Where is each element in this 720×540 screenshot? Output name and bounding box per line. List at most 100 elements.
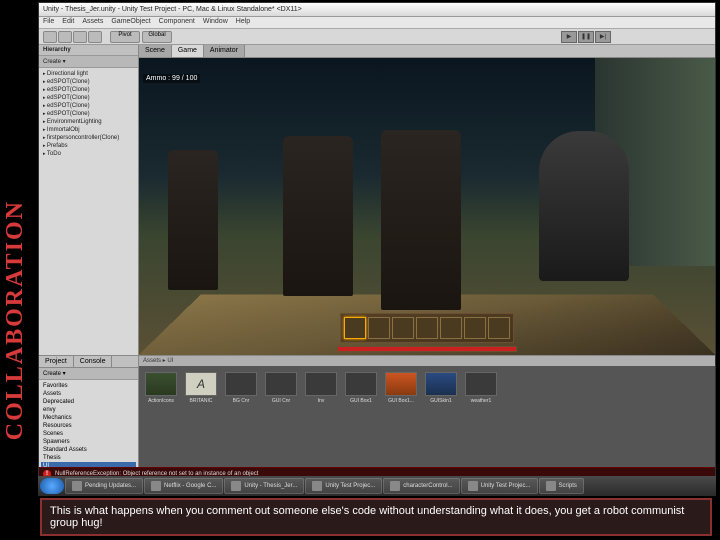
taskbar-label: Unity Test Projec...	[481, 483, 531, 489]
windows-taskbar: Pending Updates... Netflix - Google C...…	[38, 476, 716, 496]
game-view-panel: Scene Game Animator Ammo : 99 / 100	[139, 45, 715, 355]
caption-text: This is what happens when you comment ou…	[50, 505, 702, 529]
hotbar-slot[interactable]	[344, 317, 366, 339]
taskbar-item[interactable]: Unity - Thesis_Jer...	[224, 478, 304, 494]
asset-thumb	[305, 372, 337, 396]
hand-tool-button[interactable]	[43, 31, 57, 43]
hierarchy-item[interactable]: ImmortalObj	[41, 126, 136, 134]
asset-thumb	[425, 372, 457, 396]
window-titlebar[interactable]: Unity - Thesis_Jer.unity - Unity Test Pr…	[39, 3, 715, 17]
hierarchy-item[interactable]: Directional light	[41, 70, 136, 78]
unity-editor-window: Unity - Thesis_Jer.unity - Unity Test Pr…	[38, 2, 716, 482]
hotbar-slot[interactable]	[440, 317, 462, 339]
project-create-dropdown[interactable]: Create ▾	[39, 368, 138, 380]
game-character	[283, 136, 353, 296]
scale-tool-button[interactable]	[88, 31, 102, 43]
app-icon	[546, 481, 556, 491]
tree-folder[interactable]: Standard Assets	[41, 446, 136, 454]
hierarchy-item[interactable]: EnvironmentLighting	[41, 118, 136, 126]
app-icon	[231, 481, 241, 491]
tree-favorites[interactable]: Favorites	[41, 382, 136, 390]
hierarchy-item[interactable]: edSPOT(Clone)	[41, 86, 136, 94]
menu-bar: File Edit Assets GameObject Component Wi…	[39, 17, 715, 29]
tab-console[interactable]: Console	[74, 356, 113, 367]
hotbar-slot[interactable]	[488, 317, 510, 339]
pause-button[interactable]: ❚❚	[578, 31, 594, 43]
asset-item[interactable]: A BRITANIC	[185, 372, 217, 404]
asset-thumb	[465, 372, 497, 396]
asset-item[interactable]: ActionIcons	[145, 372, 177, 404]
asset-thumb	[145, 372, 177, 396]
tree-folder[interactable]: Resources	[41, 422, 136, 430]
step-button[interactable]: ▶|	[595, 31, 611, 43]
tree-folder[interactable]: Spawners	[41, 438, 136, 446]
asset-name: BG Cnr	[225, 398, 257, 404]
hotbar-slot[interactable]	[416, 317, 438, 339]
menu-component[interactable]: Component	[159, 18, 195, 27]
hierarchy-item[interactable]: edSPOT(Clone)	[41, 94, 136, 102]
asset-item[interactable]: GUI Box1...	[385, 372, 417, 404]
asset-item[interactable]: BG Cnr	[225, 372, 257, 404]
menu-help[interactable]: Help	[236, 18, 250, 27]
pivot-toggle[interactable]: Pivot	[110, 31, 140, 43]
taskbar-item[interactable]: Unity Test Projec...	[461, 478, 538, 494]
asset-item[interactable]: GUISkin1	[425, 372, 457, 404]
taskbar-item[interactable]: Netflix - Google C...	[144, 478, 223, 494]
asset-item[interactable]: GUI Box1	[345, 372, 377, 404]
hierarchy-item[interactable]: edSPOT(Clone)	[41, 102, 136, 110]
taskbar-item[interactable]: Pending Updates...	[65, 478, 143, 494]
tree-assets[interactable]: Assets	[41, 390, 136, 398]
tree-folder[interactable]: Deprecated	[41, 398, 136, 406]
hotbar-slot[interactable]	[368, 317, 390, 339]
project-panel: Project Console Create ▾ Favorites Asset…	[39, 355, 715, 467]
asset-name: ActionIcons	[145, 398, 177, 404]
taskbar-item[interactable]: Scripts	[539, 478, 584, 494]
hierarchy-create-dropdown[interactable]: Create ▾	[39, 56, 138, 68]
asset-name: GUISkin1	[425, 398, 457, 404]
tab-animator[interactable]: Animator	[204, 45, 245, 57]
tab-game[interactable]: Game	[172, 45, 204, 57]
asset-item[interactable]: weather1	[465, 372, 497, 404]
tab-project[interactable]: Project	[39, 356, 74, 367]
hierarchy-item[interactable]: firstpersoncontroller(Clone)	[41, 134, 136, 142]
tree-folder[interactable]: envy	[41, 406, 136, 414]
hierarchy-item[interactable]: ToDo	[41, 150, 136, 158]
asset-grid: ActionIcons A BRITANIC BG Cnr GUI Cnr Inv…	[139, 366, 715, 410]
tree-folder[interactable]: Mechanics	[41, 414, 136, 422]
hotbar-slot[interactable]	[464, 317, 486, 339]
hotbar	[340, 313, 514, 343]
hotbar-slot[interactable]	[392, 317, 414, 339]
asset-name: BRITANIC	[185, 398, 217, 404]
menu-file[interactable]: File	[43, 18, 54, 27]
menu-assets[interactable]: Assets	[82, 18, 103, 27]
menu-gameobject[interactable]: GameObject	[111, 18, 150, 27]
tree-folder[interactable]: Scenes	[41, 430, 136, 438]
tab-scene[interactable]: Scene	[139, 45, 172, 57]
move-tool-button[interactable]	[58, 31, 72, 43]
global-toggle[interactable]: Global	[142, 31, 172, 43]
asset-item[interactable]: Inv	[305, 372, 337, 404]
asset-breadcrumb[interactable]: Assets ▸ UI	[139, 356, 715, 366]
taskbar-label: Pending Updates...	[85, 483, 136, 489]
asset-thumb: A	[185, 372, 217, 396]
tree-folder[interactable]: Thesis	[41, 454, 136, 462]
asset-thumb	[265, 372, 297, 396]
hierarchy-panel: Hierarchy Create ▾ Directional light edS…	[39, 45, 139, 355]
hierarchy-item[interactable]: Prefabs	[41, 142, 136, 150]
game-viewport[interactable]: Ammo : 99 / 100	[139, 58, 715, 355]
taskbar-item[interactable]: characterControl...	[383, 478, 459, 494]
hierarchy-item[interactable]: edSPOT(Clone)	[41, 78, 136, 86]
taskbar-label: Scripts	[559, 483, 577, 489]
asset-item[interactable]: GUI Cnr	[265, 372, 297, 404]
play-button[interactable]: ▶	[561, 31, 577, 43]
start-button[interactable]	[40, 478, 64, 494]
hierarchy-tab[interactable]: Hierarchy	[39, 45, 138, 56]
app-icon	[468, 481, 478, 491]
menu-edit[interactable]: Edit	[62, 18, 74, 27]
taskbar-item[interactable]: Unity Test Projec...	[305, 478, 382, 494]
rotate-tool-button[interactable]	[73, 31, 87, 43]
tree-folder-ui[interactable]: UI	[41, 462, 136, 467]
taskbar-label: characterControl...	[403, 483, 452, 489]
menu-window[interactable]: Window	[203, 18, 228, 27]
hierarchy-item[interactable]: edSPOT(Clone)	[41, 110, 136, 118]
